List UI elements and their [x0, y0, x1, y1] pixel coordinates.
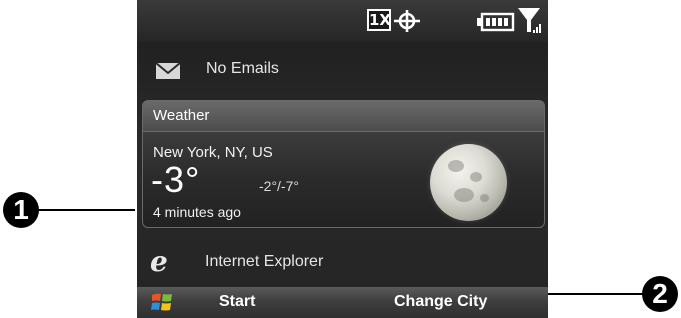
- change-city-softkey[interactable]: Change City: [394, 293, 487, 311]
- windows-start-icon[interactable]: [151, 291, 173, 313]
- callout-line-1: [38, 209, 135, 211]
- internet-explorer-row[interactable]: e Internet Explorer: [137, 244, 548, 284]
- internet-explorer-label: Internet Explorer: [205, 253, 324, 270]
- callout-1: 1: [3, 192, 39, 228]
- internet-explorer-icon: e: [150, 245, 168, 278]
- moon-crater: [454, 188, 474, 202]
- battery-icon: [477, 12, 515, 32]
- weather-high-low: -2°/-7°: [259, 178, 299, 194]
- weather-card[interactable]: Weather New York, NY, US -3° -2°/-7° 4 m…: [142, 100, 545, 228]
- moon-crater: [470, 172, 482, 182]
- mail-icon: [155, 62, 181, 79]
- signal-strength-icon: [518, 8, 541, 33]
- callout-2: 2: [642, 276, 678, 312]
- moon-icon: [430, 144, 507, 221]
- weather-title: Weather: [153, 107, 210, 124]
- data-1x-icon: 1X: [367, 9, 392, 31]
- weather-header: Weather: [143, 101, 544, 132]
- callout-line-2: [548, 293, 643, 295]
- status-bar: 1X: [137, 0, 548, 42]
- moon-crater: [448, 160, 464, 172]
- start-softkey[interactable]: Start: [219, 293, 255, 311]
- moon-crater: [480, 194, 489, 202]
- email-status-label: No Emails: [206, 60, 279, 77]
- softkey-bar: Start Change City: [137, 287, 548, 318]
- email-row[interactable]: No Emails: [137, 48, 548, 92]
- gps-crosshair-icon: [394, 10, 420, 32]
- phone-screen: 1X No Emails Weather New York, NY, US -3…: [137, 0, 548, 318]
- weather-updated-time: 4 minutes ago: [153, 204, 241, 220]
- weather-temperature: -3°: [151, 159, 201, 200]
